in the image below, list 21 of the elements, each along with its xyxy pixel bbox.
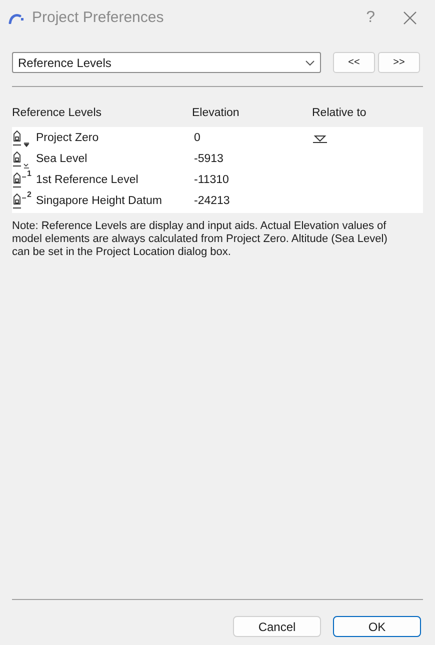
page-dropdown[interactable]: Reference Levels <box>12 52 321 73</box>
column-header: Reference Levels <box>12 106 102 122</box>
table-cell-text: Singapore Height Datum <box>36 194 162 209</box>
app-logo-icon <box>8 12 26 24</box>
column-header: Elevation <box>192 106 240 122</box>
nav-button[interactable]: >> <box>378 52 420 73</box>
close-icon[interactable] <box>403 11 417 25</box>
table-cell-text: -11310 <box>193 172 230 188</box>
table-cell-text: 0 <box>193 130 202 146</box>
note-text: Note: Reference Levels are display and input aids. Actual Elevation values of model elements are always calculated from Project Zero. Altitude (Sea Level) can be set in the Project Location dialog box. <box>12 220 388 259</box>
table-cell-text: 1st Reference Level <box>36 172 138 188</box>
window-title: Project Preferences <box>32 8 164 28</box>
column-header: Relative to <box>312 106 366 122</box>
chevron-down-icon <box>305 60 315 66</box>
table-cell-text: Sea Level <box>36 152 88 167</box>
table-cell-text: Project Zero <box>36 130 99 146</box>
dialog-button[interactable]: OK <box>333 616 421 637</box>
nav-button[interactable]: << <box>333 52 375 73</box>
table-cell-text: -5913 <box>193 152 224 167</box>
dialog-button[interactable]: Cancel <box>233 616 321 637</box>
table-cell-text: -24213 <box>193 194 231 209</box>
